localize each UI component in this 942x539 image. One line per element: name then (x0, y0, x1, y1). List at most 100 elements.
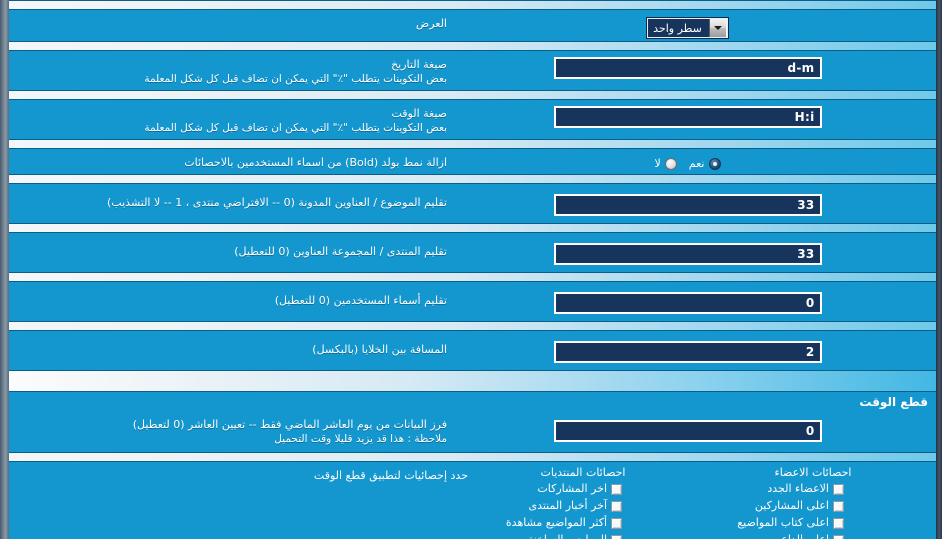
checkbox-row[interactable]: المواضيع الساخنة (468, 533, 698, 539)
remove-bold-label-text: ازالة نمط بولد (Bold) من اسماء المستخدمي… (184, 156, 447, 169)
date-format-label: صيغة التاريخ بعض التكوينات يتطلب "٪" الت… (17, 55, 447, 86)
separator-1 (9, 41, 936, 51)
window-left-edge (0, 0, 9, 539)
display-select[interactable]: سطر واحد (647, 18, 728, 38)
separator-3 (9, 139, 936, 149)
cutoff-label: فرز البيانات من يوم العاشر الماضي فقط --… (17, 416, 447, 446)
cutoff-hint: ملاحظة : هذا قد يزيد قليلا وقت التحميل (274, 433, 447, 445)
remove-bold-radio-no[interactable]: لا (655, 157, 677, 170)
settings-screen: سطر واحد العرض صيغة التاريخ بعض التكوينا… (0, 0, 942, 539)
row-trim-forum: تقليم المنتدى / المجموعة العناوين (0 للت… (9, 233, 936, 272)
checkbox-icon[interactable] (611, 500, 622, 512)
stats-section-label: حدد إحصائيات لتطبيق قطع الوقت (17, 466, 468, 482)
time-format-label-text: صيغة الوقت (391, 107, 447, 120)
display-label-text: العرض (415, 17, 447, 30)
section-header-cutoff: قطع الوقت (9, 392, 936, 412)
separator-8 (9, 452, 936, 462)
separator-top (9, 0, 936, 10)
cutoff-input[interactable] (553, 420, 822, 442)
checkbox-label: آخر أخبار المنتدى (528, 499, 607, 512)
date-format-label-text: صيغة التاريخ (391, 58, 447, 71)
display-control: سطر واحد (447, 14, 928, 38)
checkbox-row[interactable]: الاعضاء الجدد (698, 482, 928, 496)
trim-usernames-label-text: تقليم أسماء المستخدمين (0 للتعطيل) (274, 294, 447, 307)
cell-spacing-control (447, 335, 928, 363)
checkbox-icon[interactable] (833, 517, 844, 529)
checkbox-icon[interactable] (833, 483, 844, 495)
row-trim-topic: تقليم الموضوع / العناوين المدونة (0 -- ا… (9, 184, 936, 223)
checkbox-row[interactable]: اعلى كتاب المواضيع (698, 516, 928, 530)
time-format-control (447, 104, 928, 128)
checkbox-icon[interactable] (611, 483, 622, 495)
radio-selected-icon[interactable] (708, 157, 721, 170)
row-cell-spacing: المسافة بين الخلايا (بالبكسل) (9, 331, 936, 370)
remove-bold-radio-group: نعم لا (655, 155, 721, 170)
date-format-control (447, 55, 928, 79)
time-format-label: صيغة الوقت بعض التكوينات يتطلب "٪" التي … (17, 104, 447, 135)
trim-topic-control (447, 188, 928, 216)
checkbox-row[interactable]: أكثر المواضيع مشاهدة (468, 516, 698, 530)
separator-7 (9, 321, 936, 331)
cell-spacing-label: المسافة بين الخلايا (بالبكسل) (17, 335, 447, 357)
remove-bold-radio-yes[interactable]: نعم (689, 157, 721, 170)
checkbox-icon[interactable] (833, 500, 844, 512)
forums-stats-column: احصائات المنتديات اخر المشاركات آخر أخبا… (468, 466, 698, 539)
checkbox-label: اخر المشاركات (537, 482, 607, 495)
checkbox-label: المواضيع الساخنة (528, 533, 607, 539)
trim-usernames-input[interactable] (553, 292, 822, 314)
cutoff-label-text: فرز البيانات من يوم العاشر الماضي فقط --… (132, 418, 447, 431)
remove-bold-yes-label: نعم (688, 157, 705, 170)
trim-forum-input[interactable] (553, 243, 822, 265)
cell-spacing-label-text: المسافة بين الخلايا (بالبكسل) (312, 343, 447, 356)
checkbox-label: اعلى الداعين (770, 533, 829, 539)
trim-topic-input[interactable] (553, 194, 822, 216)
checkbox-icon[interactable] (611, 517, 622, 529)
trim-usernames-label: تقليم أسماء المستخدمين (0 للتعطيل) (17, 286, 447, 308)
checkbox-label: اعلى المشاركين (754, 499, 829, 512)
date-format-input[interactable] (553, 57, 822, 79)
section-header-cutoff-text: قطع الوقت (859, 395, 928, 409)
checkbox-icon[interactable] (611, 534, 622, 539)
checkbox-label: الاعضاء الجدد (767, 482, 829, 495)
checkbox-row[interactable]: اعلى المشاركين (698, 499, 928, 513)
row-display: سطر واحد العرض (9, 10, 936, 41)
cutoff-control (447, 416, 928, 442)
stats-columns: احصائات الاعضاء الاعضاء الجدد اعلى المشا… (9, 462, 936, 539)
separator-2 (9, 90, 936, 100)
remove-bold-no-label: لا (654, 157, 661, 170)
stats-section-label-text: حدد إحصائيات لتطبيق قطع الوقت (313, 469, 468, 482)
trim-forum-label-text: تقليم المنتدى / المجموعة العناوين (0 للت… (234, 245, 447, 258)
forums-stats-title: احصائات المنتديات (540, 466, 626, 479)
display-label: العرض (17, 14, 447, 31)
time-format-hint: بعض التكوينات يتطلب "٪" التي يمكن ان تضا… (144, 122, 447, 134)
trim-forum-label: تقليم المنتدى / المجموعة العناوين (0 للت… (17, 237, 447, 259)
members-stats-column: احصائات الاعضاء الاعضاء الجدد اعلى المشا… (698, 466, 928, 539)
chevron-down-icon[interactable] (708, 19, 727, 37)
date-format-hint: بعض التكوينات يتطلب "٪" التي يمكن ان تضا… (144, 73, 447, 85)
row-trim-usernames: تقليم أسماء المستخدمين (0 للتعطيل) (9, 282, 936, 321)
cell-spacing-input[interactable] (553, 341, 822, 363)
separator-6 (9, 272, 936, 282)
checkbox-row[interactable]: آخر أخبار المنتدى (468, 499, 698, 513)
separator-4 (9, 174, 936, 184)
checkbox-icon[interactable] (833, 534, 844, 539)
window-right-edge (936, 0, 942, 539)
time-format-input[interactable] (553, 106, 822, 128)
members-stats-title: احصائات الاعضاء (774, 466, 852, 479)
row-date-format: صيغة التاريخ بعض التكوينات يتطلب "٪" الت… (9, 51, 936, 90)
checkbox-label: أكثر المواضيع مشاهدة (505, 516, 607, 529)
checkbox-row[interactable]: اعلى الداعين (698, 533, 928, 539)
trim-usernames-control (447, 286, 928, 314)
trim-topic-label: تقليم الموضوع / العناوين المدونة (0 -- ا… (17, 188, 447, 210)
display-select-value: سطر واحد (653, 21, 702, 35)
row-remove-bold: نعم لا ازالة نمط بولد (Bold) من اسماء ال… (9, 149, 936, 174)
separator-5 (9, 223, 936, 233)
checkbox-row[interactable]: اخر المشاركات (468, 482, 698, 496)
checkbox-label: اعلى كتاب المواضيع (737, 516, 829, 529)
row-time-format: صيغة الوقت بعض التكوينات يتطلب "٪" التي … (9, 100, 936, 139)
trim-topic-label-text: تقليم الموضوع / العناوين المدونة (0 -- ا… (107, 196, 447, 209)
row-cutoff: فرز البيانات من يوم العاشر الماضي فقط --… (9, 412, 936, 452)
separator-section-cutoff (9, 370, 936, 392)
remove-bold-label: ازالة نمط بولد (Bold) من اسماء المستخدمي… (17, 153, 447, 170)
radio-unselected-icon[interactable] (664, 157, 677, 170)
